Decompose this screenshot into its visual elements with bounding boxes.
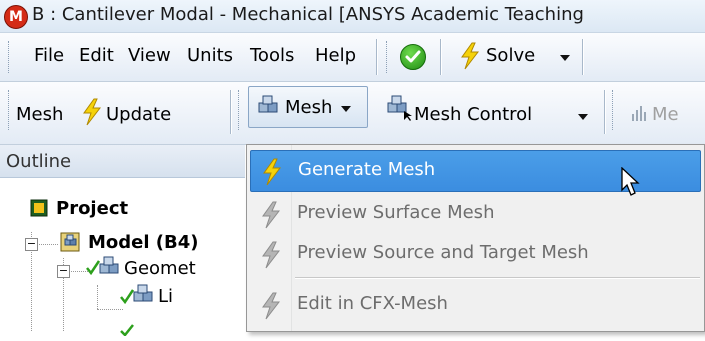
mesh-control-dropdown-caret[interactable] — [578, 114, 588, 120]
tree-item-line-body[interactable]: Li — [158, 286, 173, 307]
toolbar-separator — [604, 90, 605, 134]
solve-dropdown-caret[interactable] — [560, 55, 570, 61]
metrics-graph-icon — [630, 102, 650, 127]
toolbar-separator — [440, 39, 441, 75]
toolbar-grip[interactable] — [8, 41, 12, 73]
menu-units[interactable]: Units — [187, 45, 233, 66]
collapse-toggle[interactable]: − — [25, 238, 38, 251]
mesh-control-button[interactable]: Mesh Control — [414, 104, 532, 125]
menu-item-preview-surface-mesh[interactable]: Preview Surface Mesh — [247, 194, 704, 234]
menu-bar: File Edit View Units Tools Help Solve — [0, 33, 705, 82]
tree-item-geometry[interactable]: Geomet — [124, 258, 196, 279]
mesh-control-icon — [386, 95, 414, 126]
update-button[interactable]: Update — [106, 104, 171, 125]
outline-header: Outline — [0, 145, 245, 178]
update-bolt-icon — [80, 98, 104, 131]
collapse-toggle[interactable]: − — [57, 265, 70, 278]
mesh-dropdown-menu: Generate Mesh Preview Surface Mesh Previ… — [246, 144, 705, 332]
toolbar-grip[interactable] — [8, 90, 12, 130]
app-icon-letter: M — [9, 9, 23, 25]
mesh-dropdown-button[interactable]: Mesh — [248, 86, 368, 128]
menu-separator — [295, 277, 700, 279]
title-bar: M B : Cantilever Modal - Mechanical [ANS… — [0, 0, 705, 33]
menu-tools[interactable]: Tools — [250, 45, 294, 66]
lightning-bolt-icon — [259, 201, 283, 234]
toolbar-grip[interactable] — [386, 41, 390, 73]
toolbar-grip[interactable] — [612, 90, 616, 130]
ansys-mechanical-app-icon[interactable]: M — [4, 5, 28, 29]
mesh-cubes-icon — [257, 95, 281, 122]
chevron-down-icon — [341, 106, 351, 112]
body-icon — [132, 284, 153, 302]
toolbar-separator — [582, 39, 583, 75]
menu-item-preview-source-target-mesh[interactable]: Preview Source and Target Mesh — [247, 234, 704, 274]
menu-item-label: Preview Surface Mesh — [297, 202, 495, 223]
menu-view[interactable]: View — [128, 45, 171, 66]
model-icon — [60, 232, 80, 252]
metrics-button-partial[interactable]: Me — [652, 104, 679, 125]
toolbar-separator — [230, 90, 231, 134]
lightning-bolt-icon — [259, 241, 283, 274]
tree-item-project[interactable]: Project — [56, 198, 128, 219]
menu-item-generate-mesh[interactable]: Generate Mesh — [250, 150, 701, 196]
lightning-bolt-icon — [259, 292, 283, 325]
solve-bolt-icon — [458, 42, 482, 75]
menu-item-edit-in-cfx-mesh[interactable]: Edit in CFX-Mesh — [247, 285, 704, 325]
solve-button[interactable]: Solve — [486, 45, 535, 66]
menu-item-label: Generate Mesh — [298, 159, 436, 180]
lightning-bolt-icon — [260, 158, 284, 191]
mesh-toolbar: Mesh Update Mesh Mesh Control Me — [0, 82, 705, 145]
menu-item-label: Edit in CFX-Mesh — [297, 293, 448, 314]
tree-line — [36, 244, 58, 245]
window-title: B : Cantilever Modal - Mechanical [ANSYS… — [32, 4, 584, 25]
geometry-icon — [98, 256, 119, 274]
green-check-icon — [120, 320, 138, 338]
toolbar-grip[interactable] — [238, 90, 242, 130]
tree-line — [97, 309, 123, 310]
project-icon — [30, 199, 48, 217]
menu-help[interactable]: Help — [315, 45, 356, 66]
tree-item-model[interactable]: Model (B4) — [88, 232, 199, 253]
menu-edit[interactable]: Edit — [79, 45, 114, 66]
mesh-dropdown-label: Mesh — [285, 97, 333, 118]
menu-item-label: Preview Source and Target Mesh — [297, 242, 589, 263]
menu-file[interactable]: File — [34, 45, 64, 66]
toolbar-separator — [376, 39, 377, 75]
mesh-context-label: Mesh — [16, 104, 64, 125]
tree-line — [97, 285, 98, 309]
outline-title: Outline — [6, 151, 72, 172]
check-icon[interactable] — [400, 44, 426, 70]
